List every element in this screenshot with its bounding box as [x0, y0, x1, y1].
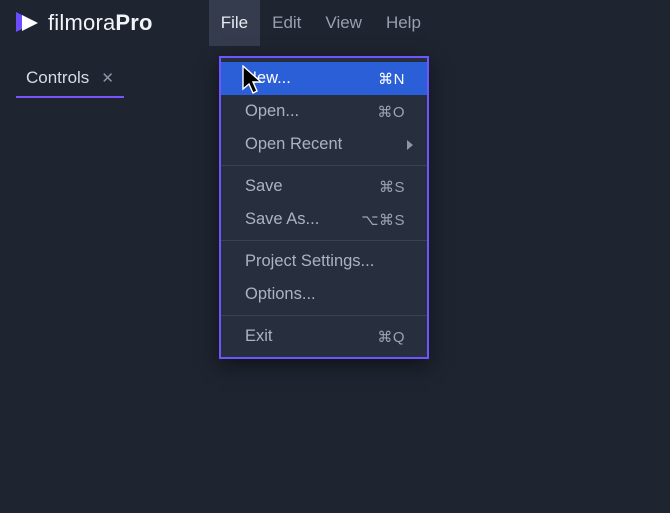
app-title-bold: Pro	[115, 10, 152, 35]
filmora-logo-icon	[14, 10, 40, 36]
chevron-right-icon	[407, 140, 413, 150]
app-logo: filmoraPro	[14, 10, 153, 36]
title-bar: filmoraPro File Edit View Help	[0, 0, 670, 46]
menu-item-shortcut: ⌘O	[377, 103, 405, 121]
menu-separator	[221, 315, 427, 316]
file-dropdown-menu: New... ⌘N Open... ⌘O Open Recent Save ⌘S…	[219, 56, 429, 359]
menu-help[interactable]: Help	[374, 0, 433, 46]
tab-controls[interactable]: Controls ✕	[16, 60, 124, 98]
tab-label: Controls	[26, 68, 89, 88]
tab-active-underline	[16, 96, 124, 99]
menu-separator	[221, 165, 427, 166]
menu-item-shortcut: ⌘Q	[377, 328, 405, 346]
menu-item-shortcut: ⌥⌘S	[361, 211, 405, 229]
menu-item-exit[interactable]: Exit ⌘Q	[221, 320, 427, 353]
menu-item-save-as[interactable]: Save As... ⌥⌘S	[221, 203, 427, 236]
menu-item-label: Open Recent	[245, 135, 342, 154]
menu-item-label: Save As...	[245, 210, 319, 229]
menu-item-save[interactable]: Save ⌘S	[221, 170, 427, 203]
menu-item-open-recent[interactable]: Open Recent	[221, 128, 427, 161]
menu-item-options[interactable]: Options...	[221, 278, 427, 311]
menu-item-new[interactable]: New... ⌘N	[221, 62, 427, 95]
menu-item-label: Project Settings...	[245, 252, 374, 271]
menu-item-label: Save	[245, 177, 283, 196]
menu-item-label: Options...	[245, 285, 316, 304]
menu-item-label: Open...	[245, 102, 299, 121]
app-title-normal: filmora	[48, 10, 115, 35]
menu-item-label: Exit	[245, 327, 273, 346]
menu-bar: File Edit View Help	[209, 0, 433, 46]
menu-item-shortcut: ⌘N	[378, 70, 405, 88]
app-title: filmoraPro	[48, 10, 153, 36]
menu-file[interactable]: File	[209, 0, 260, 46]
menu-item-label: New...	[245, 69, 291, 88]
menu-edit[interactable]: Edit	[260, 0, 313, 46]
menu-item-shortcut: ⌘S	[379, 178, 405, 196]
menu-view[interactable]: View	[313, 0, 374, 46]
menu-separator	[221, 240, 427, 241]
menu-item-open[interactable]: Open... ⌘O	[221, 95, 427, 128]
close-icon[interactable]: ✕	[101, 71, 114, 86]
menu-item-project-settings[interactable]: Project Settings...	[221, 245, 427, 278]
